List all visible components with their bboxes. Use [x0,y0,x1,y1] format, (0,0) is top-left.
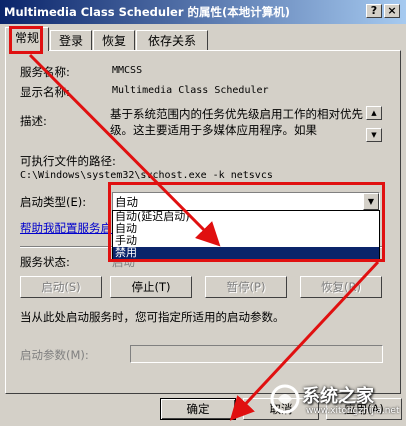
logo-icon [270,384,300,414]
watermark-url: www.xitongzhijia.net [306,406,400,416]
watermark-text: 系统之家 [302,386,374,407]
annotation-arrows [28,53,380,421]
watermark: 系统之家 www.xitongzhijia.net [262,378,404,424]
arrow-to-dropdown [28,53,221,247]
